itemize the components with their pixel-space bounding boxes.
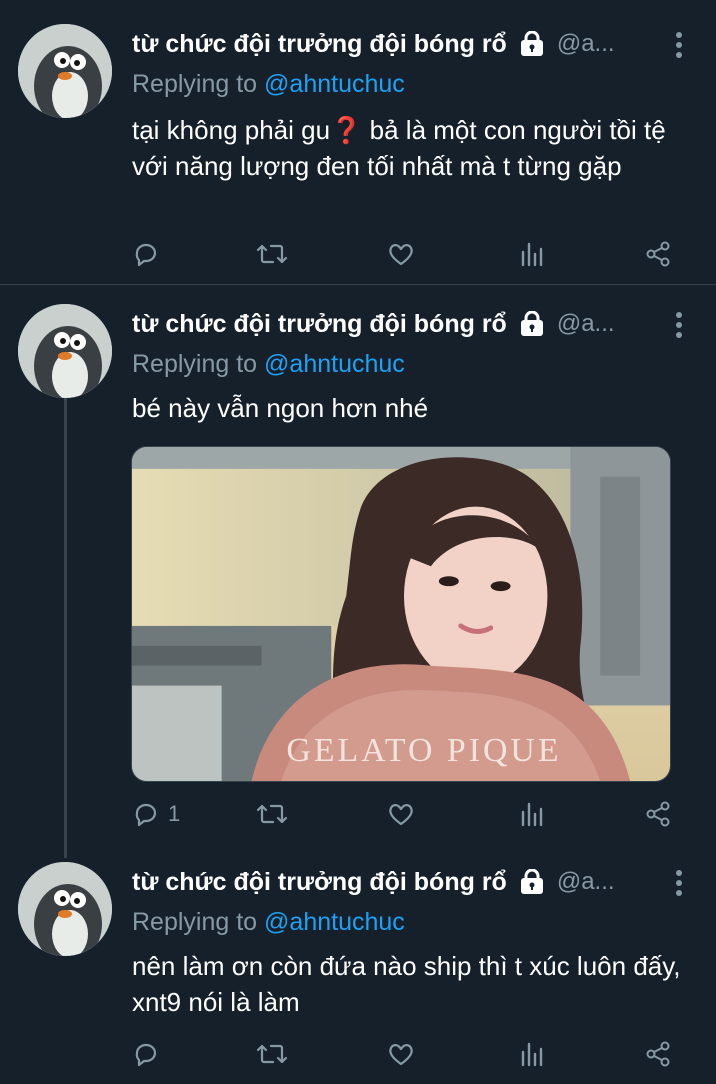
author-name[interactable]: từ chức đội trưởng đội bóng rổ [132, 868, 507, 897]
share-icon [646, 241, 670, 267]
like-icon [389, 244, 413, 266]
penguin-avatar-icon [18, 24, 112, 118]
like-button[interactable] [387, 236, 415, 272]
avatar[interactable] [18, 304, 112, 398]
analytics-icon [521, 1042, 543, 1067]
analytics-button[interactable] [518, 796, 546, 832]
lock-icon [519, 868, 545, 895]
more-options-icon[interactable] [668, 868, 690, 898]
shirt-print: GELATO PIQUE [286, 732, 561, 769]
replying-to: Replying to @ahntuchuc [132, 350, 405, 379]
retweet-icon [256, 1044, 288, 1064]
share-icon [646, 801, 670, 827]
share-button[interactable] [644, 796, 672, 832]
replying-to: Replying to @ahntuchuc [132, 70, 405, 99]
replying-to: Replying to @ahntuchuc [132, 908, 405, 937]
reply-button[interactable] [132, 1036, 168, 1072]
penguin-avatar-icon [18, 304, 112, 398]
tweet-header: từ chức đội trưởng đội bóng rổ @a... [132, 24, 615, 64]
analytics-icon [521, 242, 543, 267]
author-name[interactable]: từ chức đội trưởng đội bóng rổ [132, 310, 507, 339]
retweet-button[interactable] [256, 1036, 288, 1072]
tweet-actions [132, 1036, 677, 1072]
tweet-text: bé này vẫn ngon hơn nhé [132, 393, 429, 423]
reply-icon [135, 1043, 157, 1067]
like-icon [389, 1044, 413, 1066]
author-name[interactable]: từ chức đội trưởng đội bóng rổ [132, 30, 507, 59]
avatar[interactable] [18, 862, 112, 956]
like-button[interactable] [387, 1036, 415, 1072]
photo-image: GELATO PIQUE [132, 447, 670, 781]
retweet-icon [256, 244, 288, 264]
reply-button[interactable] [132, 236, 168, 272]
more-options-icon[interactable] [668, 310, 690, 340]
lock-icon [519, 30, 545, 57]
retweet-button[interactable] [256, 236, 288, 272]
thread-line [64, 398, 67, 858]
tweet-header: từ chức đội trưởng đội bóng rổ @a... [132, 862, 615, 902]
analytics-button[interactable] [518, 236, 546, 272]
author-handle[interactable]: @a... [557, 30, 615, 58]
tweet-actions [132, 236, 677, 272]
reply-icon [135, 803, 157, 827]
lock-icon [519, 310, 545, 337]
retweet-button[interactable] [256, 796, 288, 832]
author-handle[interactable]: @a... [557, 868, 615, 896]
like-button[interactable] [387, 796, 415, 832]
retweet-icon [256, 804, 288, 824]
share-button[interactable] [644, 1036, 672, 1072]
reply-icon [135, 243, 157, 267]
tweet-text: nên làm ơn còn đứa nào ship thì t xúc lu… [132, 951, 681, 1017]
tweet-text: tại không phải gu❓ bả là một con người t… [132, 115, 666, 181]
tweet-divider [0, 284, 716, 285]
share-icon [646, 1041, 670, 1067]
tweet-header: từ chức đội trưởng đội bóng rổ @a... [132, 304, 615, 344]
reply-button[interactable]: 1 [132, 796, 180, 832]
reply-mention-link[interactable]: @ahntuchuc [264, 350, 405, 378]
share-button[interactable] [644, 236, 672, 272]
avatar[interactable] [18, 24, 112, 118]
tweet-actions: 1 [132, 796, 677, 832]
reply-mention-link[interactable]: @ahntuchuc [264, 70, 405, 98]
replying-prefix: Replying to [132, 70, 258, 98]
like-icon [389, 804, 413, 826]
analytics-button[interactable] [518, 1036, 546, 1072]
more-options-icon[interactable] [668, 30, 690, 60]
reply-mention-link[interactable]: @ahntuchuc [264, 908, 405, 936]
tweet-photo[interactable]: GELATO PIQUE [131, 446, 671, 782]
replying-prefix: Replying to [132, 350, 258, 378]
penguin-avatar-icon [18, 862, 112, 956]
reply-count: 1 [168, 801, 181, 826]
replying-prefix: Replying to [132, 908, 258, 936]
author-handle[interactable]: @a... [557, 310, 615, 338]
analytics-icon [521, 802, 543, 827]
